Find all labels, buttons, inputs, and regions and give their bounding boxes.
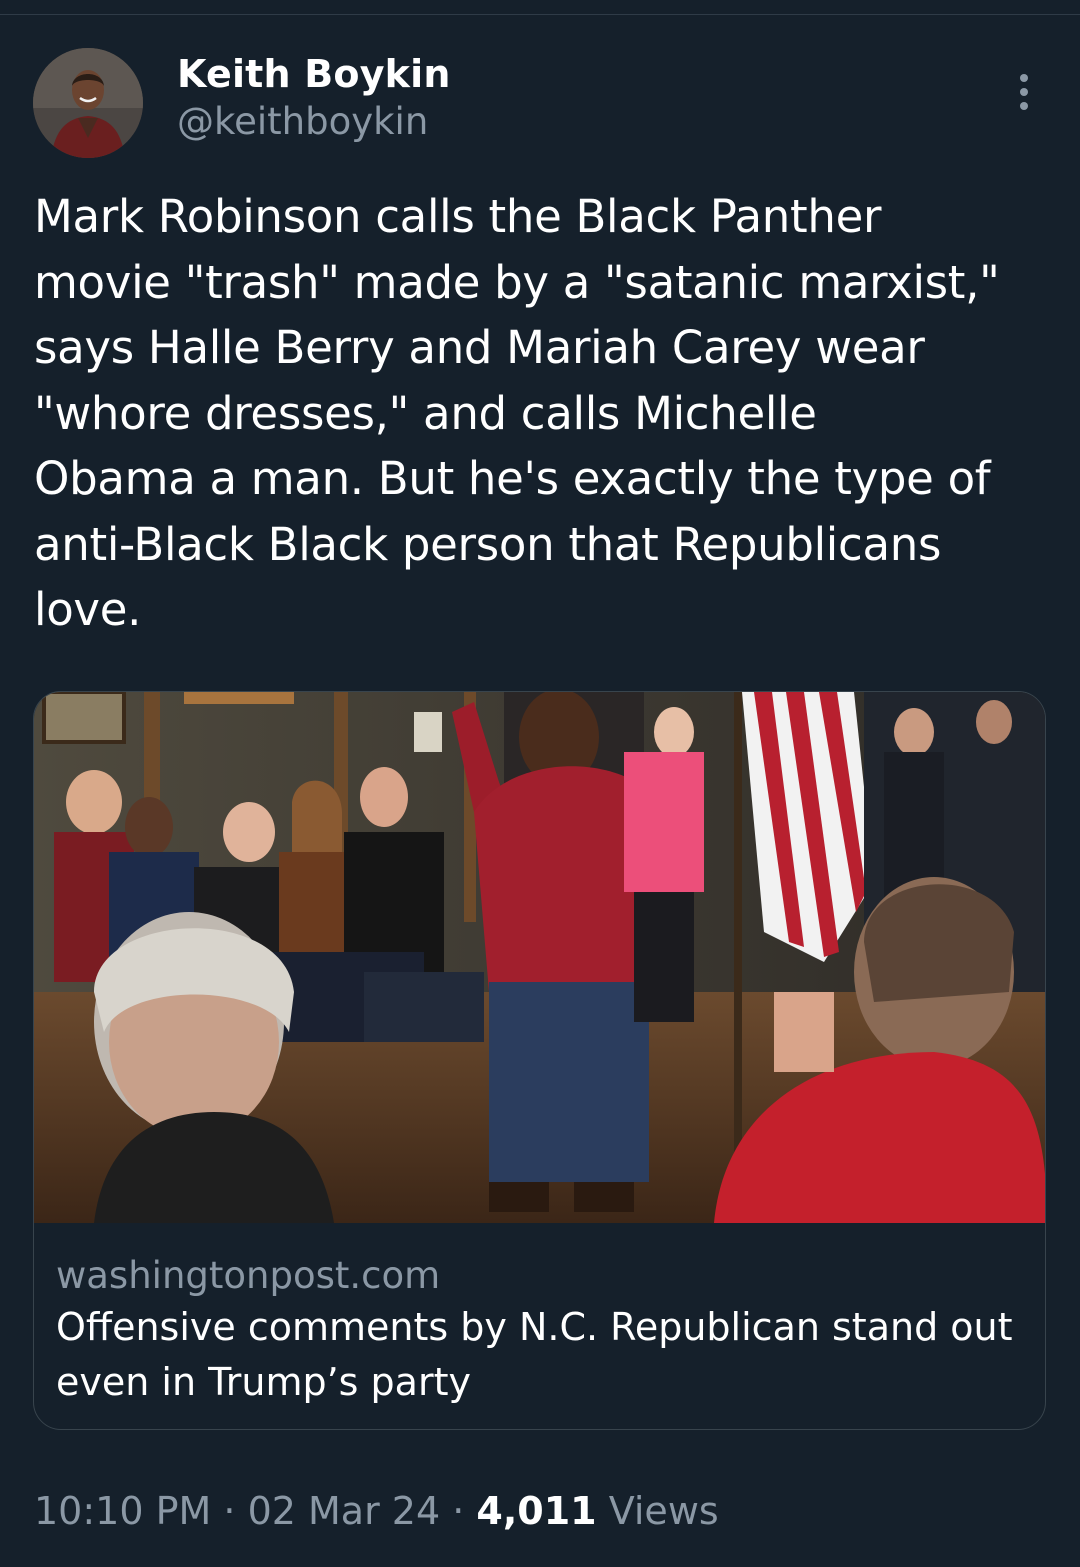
author-avatar[interactable] bbox=[33, 48, 143, 158]
views-label: Views bbox=[608, 1489, 719, 1533]
card-title[interactable]: Offensive comments by N.C. Republican st… bbox=[56, 1300, 1016, 1410]
author-handle[interactable]: @keithboykin bbox=[177, 100, 428, 143]
more-options-icon[interactable] bbox=[1006, 72, 1042, 112]
article-photo bbox=[34, 692, 1045, 1223]
top-divider bbox=[0, 14, 1080, 15]
tweet-date[interactable]: 02 Mar 24 bbox=[248, 1489, 441, 1533]
tweet-meta: 10:10 PM · 02 Mar 24 · 4,011 Views bbox=[34, 1489, 719, 1533]
author-display-name[interactable]: Keith Boykin bbox=[177, 52, 451, 96]
separator: · bbox=[452, 1489, 465, 1533]
tweet-time[interactable]: 10:10 PM bbox=[34, 1489, 211, 1533]
link-preview-card[interactable]: washingtonpost.com Offensive comments by… bbox=[33, 691, 1046, 1430]
article-photo-icon bbox=[34, 692, 1045, 1223]
tweet-text: Mark Robinson calls the Black Panther mo… bbox=[34, 190, 1000, 636]
card-domain: washingtonpost.com bbox=[56, 1254, 441, 1297]
avatar-photo-icon bbox=[33, 48, 143, 158]
separator: · bbox=[223, 1489, 236, 1533]
views-count: 4,011 bbox=[476, 1489, 597, 1533]
